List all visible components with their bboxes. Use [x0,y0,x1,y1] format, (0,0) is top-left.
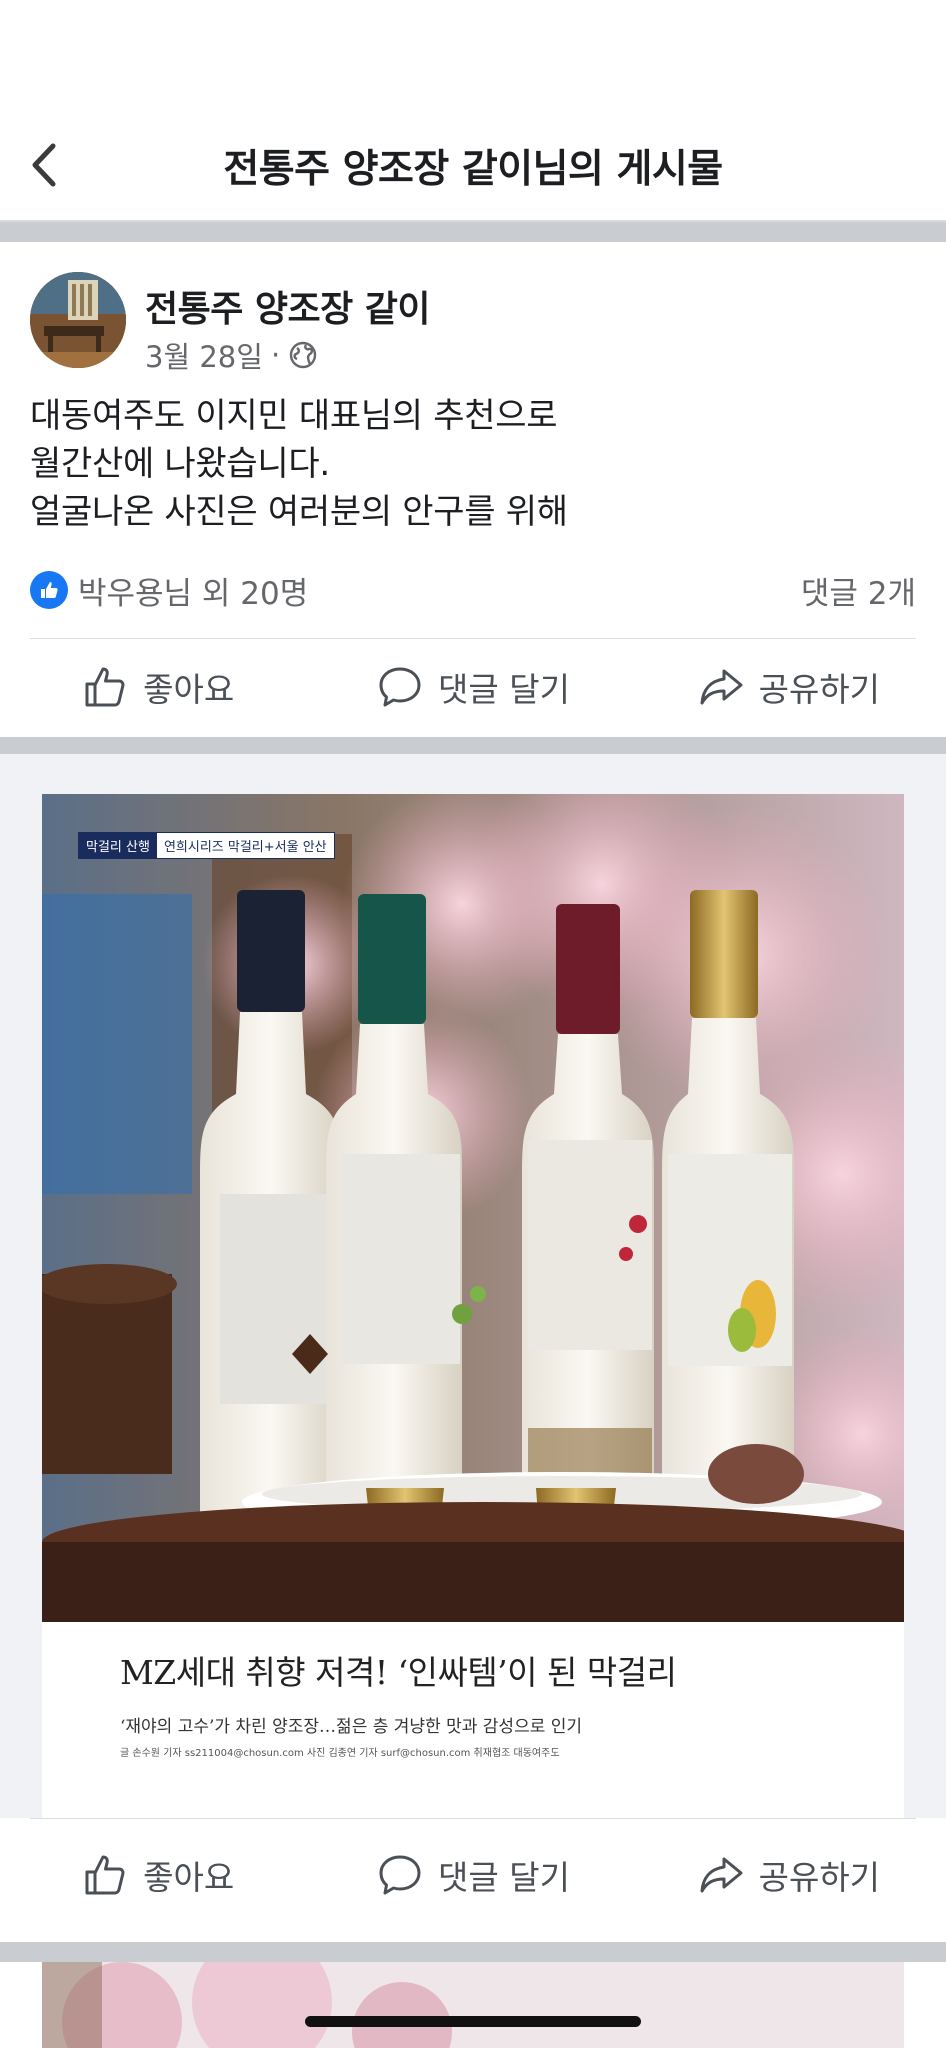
article-subhead: ‘재야의 고수’가 차린 양조장…젊은 층 겨냥한 맛과 감성으로 인기 [120,1717,583,1737]
badge-series: 연희시리즈 막걸리+서울 안산 [156,833,334,858]
post-actions: 좋아요 댓글 달기 공유하기 [0,642,946,732]
like-label: 좋아요 [143,670,235,709]
home-indicator[interactable] [305,2016,641,2027]
media-actions-container: 좋아요 댓글 달기 공유하기 [0,1818,946,1942]
post-meta: 3월 28일 · [145,334,318,376]
divider [30,1818,916,1819]
post-date[interactable]: 3월 28일 [145,334,263,376]
article-headline: MZ세대 취향 저격! ‘인싸템’이 된 막걸리 [120,1653,677,1692]
like-reaction-icon [30,571,68,609]
speech-bubble-icon [379,667,421,707]
share-arrow-icon [700,669,743,705]
comment-count[interactable]: 댓글 2개 [801,568,916,613]
share-label: 공유하기 [758,1858,881,1897]
share-button[interactable]: 공유하기 [631,1851,946,1899]
post-author[interactable]: 전통주 양조장 같이 [145,280,431,332]
like-label: 좋아요 [143,1858,235,1897]
reactions-bar: 박우용님 외 20명 댓글 2개 [30,568,916,612]
like-button[interactable]: 좋아요 [0,1851,315,1899]
reaction-summary[interactable]: 박우용님 외 20명 [30,568,308,613]
article-byline: 글 손수원 기자 ss211004@chosun.com 사진 김종연 기자 s… [120,1748,560,1759]
thumbs-up-icon [85,1855,125,1895]
next-image-preview[interactable] [42,1962,904,2048]
post-line: 얼굴나온 사진은 여러분의 안구를 위해 [30,492,568,532]
post-card: 전통주 양조장 같이 3월 28일 · 대동여주도 이지민 대표님의 추천으로 … [0,242,946,737]
post-line: 월간산에 나왔습니다. [30,444,330,484]
thumbs-up-icon [85,667,125,707]
share-arrow-icon [700,1857,743,1893]
like-button[interactable]: 좋아요 [0,663,315,711]
page-title: 전통주 양조장 같이님의 게시물 [223,147,723,192]
badge-section: 막걸리 산행 [79,833,157,858]
divider [30,638,916,639]
post-body: 대동여주도 이지민 대표님의 추천으로 월간산에 나왔습니다. 얼굴나온 사진은… [30,392,568,536]
bottles-photo: 막걸리 산행 연희시리즈 막걸리+서울 안산 [42,794,904,1622]
reaction-names: 박우용님 외 20명 [78,575,309,612]
comment-button[interactable]: 댓글 달기 [315,1851,630,1899]
comment-label: 댓글 달기 [438,670,570,709]
comment-label: 댓글 달기 [438,1858,570,1897]
globe-icon [289,341,317,369]
section-separator [0,737,946,754]
share-button[interactable]: 공유하기 [631,663,946,711]
post-line: 대동여주도 이지민 대표님의 추천으로 [30,396,558,436]
app-header: 전통주 양조장 같이님의 게시물 [0,0,946,222]
speech-bubble-icon [379,1855,421,1895]
meta-separator: · [270,338,281,372]
media-section: 막걸리 산행 연희시리즈 막걸리+서울 안산 MZ세대 취향 저격! ‘인싸템’… [0,754,946,1818]
comment-button[interactable]: 댓글 달기 [315,663,630,711]
article-badge: 막걸리 산행 연희시리즈 막걸리+서울 안산 [78,832,335,859]
media-actions: 좋아요 댓글 달기 공유하기 [0,1830,946,1920]
article-image[interactable]: 막걸리 산행 연희시리즈 막걸리+서울 안산 MZ세대 취향 저격! ‘인싸템’… [42,794,904,1818]
avatar[interactable] [30,272,126,368]
section-separator [0,222,946,242]
share-label: 공유하기 [758,670,881,709]
section-separator [0,1942,946,1962]
